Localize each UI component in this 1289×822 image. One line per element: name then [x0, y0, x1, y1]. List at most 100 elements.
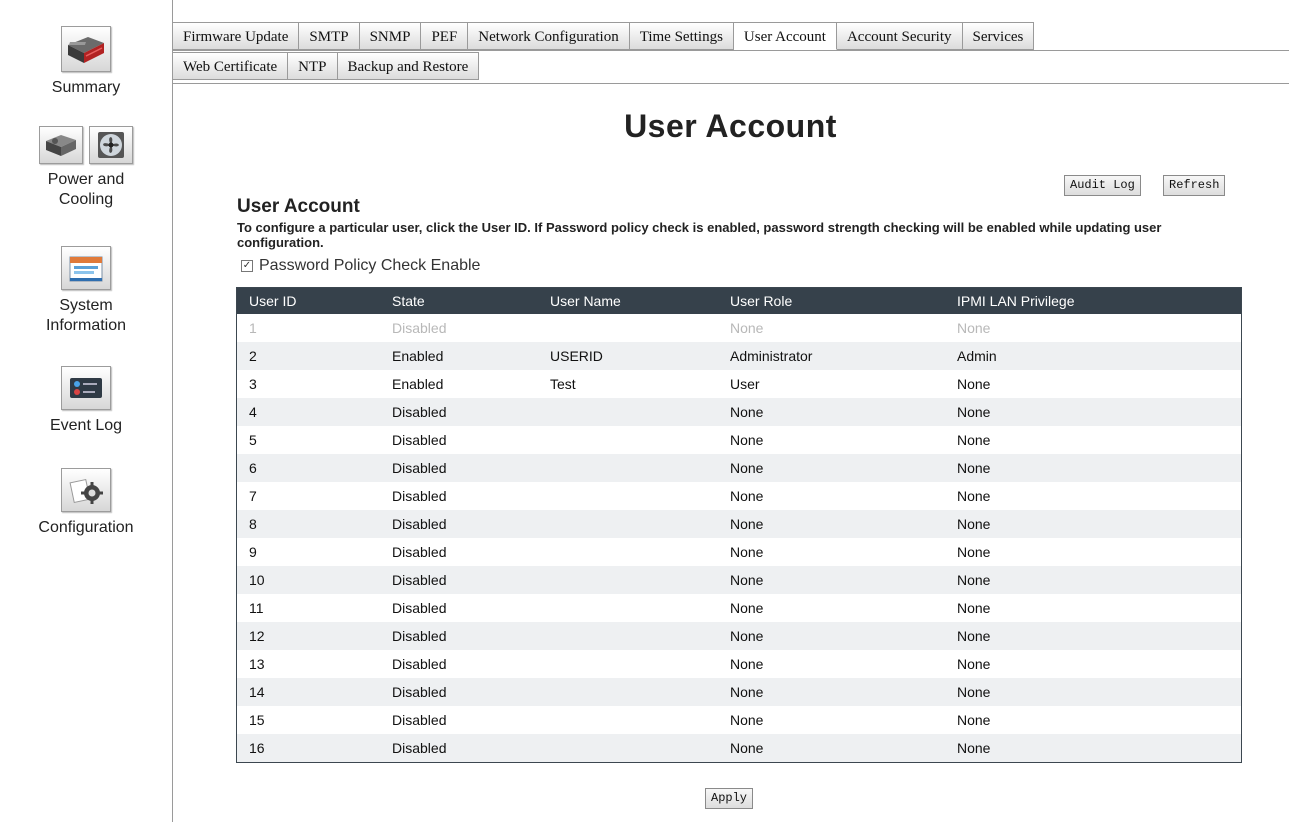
- table-row[interactable]: 16 Disabled None None: [236, 734, 1242, 763]
- user-id-cell[interactable]: 1: [237, 314, 381, 342]
- tab-user-account[interactable]: User Account: [733, 22, 837, 50]
- user-name-cell: [538, 510, 718, 538]
- user-id-cell[interactable]: 10: [236, 566, 380, 594]
- tab-snmp[interactable]: SNMP: [359, 22, 422, 50]
- user-id-cell[interactable]: 7: [237, 482, 381, 510]
- user-name-cell: [538, 314, 718, 342]
- user-id-cell[interactable]: 12: [236, 622, 380, 650]
- user-name-cell: [538, 678, 718, 706]
- ipmi-privilege-cell: None: [957, 656, 991, 672]
- tab-services[interactable]: Services: [962, 22, 1035, 50]
- header-user-id: User ID: [236, 287, 380, 314]
- power-supply-icon[interactable]: [39, 126, 83, 164]
- table-row[interactable]: 9 Disabled None None: [237, 538, 1242, 566]
- table-row[interactable]: 1 Disabled None None: [237, 314, 1242, 342]
- table-row[interactable]: 3 Enabled Test User None: [237, 370, 1242, 398]
- user-id-cell[interactable]: 4: [236, 398, 380, 426]
- user-id-cell[interactable]: 14: [236, 678, 380, 706]
- content-divider: [172, 83, 1289, 84]
- user-role-cell: None: [730, 320, 764, 336]
- user-id-cell[interactable]: 8: [236, 510, 380, 538]
- table-row[interactable]: 2 Enabled USERID Administrator Admin: [236, 342, 1242, 370]
- tab-account-security[interactable]: Account Security: [836, 22, 963, 50]
- state-cell: Disabled: [392, 656, 447, 672]
- table-row[interactable]: 14 Disabled None None: [236, 678, 1242, 706]
- table-row[interactable]: 13 Disabled None None: [237, 650, 1242, 678]
- state-cell: Disabled: [392, 432, 447, 448]
- table-row[interactable]: 10 Disabled None None: [236, 566, 1242, 594]
- user-name-cell: [538, 482, 718, 510]
- user-role-cell: None: [718, 454, 945, 482]
- page-title: User Account: [624, 108, 837, 144]
- nav-summary[interactable]: Summary: [0, 26, 172, 98]
- nav-power-cooling[interactable]: Power and Cooling: [0, 126, 172, 210]
- user-name-cell: [538, 454, 718, 482]
- state-cell: Disabled: [380, 566, 538, 594]
- user-id-cell[interactable]: 3: [237, 370, 381, 398]
- tab-network-configuration[interactable]: Network Configuration: [468, 22, 630, 50]
- user-role-cell: Administrator: [718, 342, 945, 370]
- apply-button[interactable]: Apply: [705, 788, 754, 809]
- user-role-cell: None: [730, 544, 764, 560]
- tab-ntp[interactable]: NTP: [288, 52, 338, 80]
- nav-event-log[interactable]: Event Log: [0, 366, 172, 436]
- ipmi-privilege-cell: None: [945, 510, 1242, 538]
- ipmi-privilege-cell: None: [957, 320, 991, 336]
- user-role-cell: None: [730, 432, 764, 448]
- event-log-icon[interactable]: [61, 366, 111, 410]
- password-policy-checkbox[interactable]: ✓: [241, 260, 253, 272]
- state-cell: Disabled: [392, 544, 447, 560]
- user-id-cell[interactable]: 6: [236, 454, 380, 482]
- header-ipmi-lan-privilege: IPMI LAN Privilege: [945, 287, 1242, 314]
- server-icon[interactable]: [61, 26, 111, 72]
- state-cell: Disabled: [392, 488, 447, 504]
- user-role-cell: None: [730, 712, 764, 728]
- user-name-cell: [538, 398, 718, 426]
- calendar-icon[interactable]: [61, 246, 111, 290]
- table-row[interactable]: 15 Disabled None None: [237, 706, 1242, 734]
- audit-log-button[interactable]: Audit Log: [1064, 175, 1141, 196]
- table-row[interactable]: 5 Disabled None None: [237, 426, 1242, 454]
- table-row[interactable]: 4 Disabled None None: [236, 398, 1242, 426]
- tab-pef[interactable]: PEF: [421, 22, 469, 50]
- user-id-cell[interactable]: 15: [237, 706, 381, 734]
- user-name-cell: [538, 734, 718, 763]
- tab-time-settings[interactable]: Time Settings: [629, 22, 734, 50]
- state-cell: Disabled: [392, 320, 447, 336]
- table-row[interactable]: 8 Disabled None None: [236, 510, 1242, 538]
- user-id-cell[interactable]: 5: [237, 426, 381, 454]
- table-row[interactable]: 11 Disabled None None: [237, 594, 1242, 622]
- user-id-cell[interactable]: 16: [236, 734, 380, 763]
- ipmi-privilege-cell: None: [945, 734, 1242, 763]
- user-role-cell: User: [730, 376, 760, 392]
- tab-smtp[interactable]: SMTP: [299, 22, 360, 50]
- table-row[interactable]: 6 Disabled None None: [236, 454, 1242, 482]
- user-id-cell[interactable]: 11: [237, 594, 381, 622]
- nav-system-information[interactable]: System Information: [0, 246, 172, 336]
- user-id-cell[interactable]: 2: [236, 342, 380, 370]
- table-row[interactable]: 7 Disabled None None: [237, 482, 1242, 510]
- state-cell: Disabled: [392, 712, 447, 728]
- fan-icon[interactable]: [89, 126, 133, 164]
- user-name-cell: [538, 594, 718, 622]
- user-name-cell: USERID: [538, 342, 718, 370]
- user-id-cell[interactable]: 13: [237, 650, 381, 678]
- tab-backup-and-restore[interactable]: Backup and Restore: [337, 52, 480, 80]
- ipmi-privilege-cell: None: [957, 544, 991, 560]
- password-policy-row[interactable]: ✓ Password Policy Check Enable: [241, 257, 480, 275]
- ipmi-privilege-cell: None: [945, 398, 1242, 426]
- table-row[interactable]: 12 Disabled None None: [236, 622, 1242, 650]
- user-name-cell: [538, 566, 718, 594]
- ipmi-privilege-cell: None: [957, 432, 991, 448]
- user-id-cell[interactable]: 9: [237, 538, 381, 566]
- nav-configuration[interactable]: Configuration: [0, 468, 172, 538]
- gears-icon[interactable]: [61, 468, 111, 512]
- ipmi-privilege-cell: None: [945, 454, 1242, 482]
- refresh-button[interactable]: Refresh: [1163, 175, 1226, 196]
- tab-firmware-update[interactable]: Firmware Update: [172, 22, 300, 50]
- tab-web-certificate[interactable]: Web Certificate: [172, 52, 289, 80]
- ipmi-privilege-cell: None: [957, 600, 991, 616]
- tab-row-1: Firmware Update SMTP SNMP PEF Network Config…: [172, 22, 1289, 51]
- user-role-cell: None: [718, 622, 945, 650]
- user-name-cell: [538, 706, 718, 734]
